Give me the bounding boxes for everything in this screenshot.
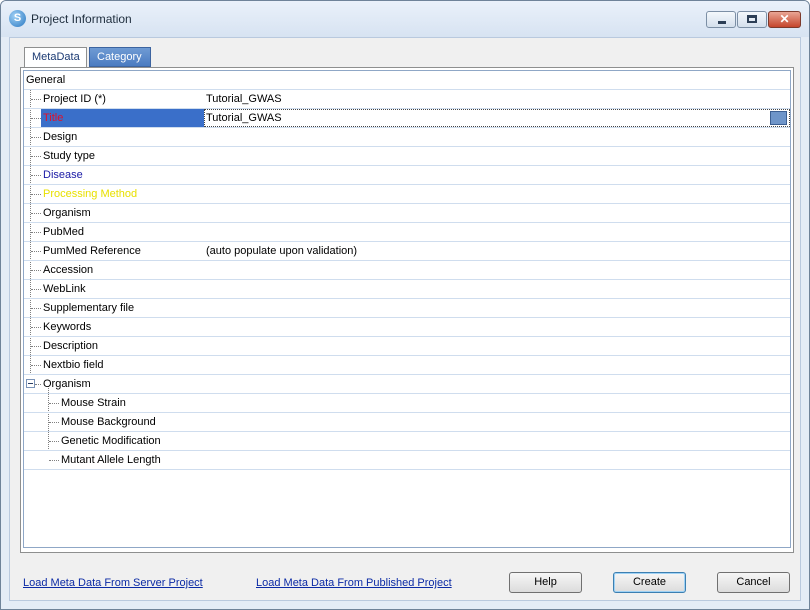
property-label: Design [43, 131, 78, 143]
load-server-project-link[interactable]: Load Meta Data From Server Project [23, 577, 203, 589]
property-label: Keywords [43, 321, 92, 333]
property-row-organism[interactable]: Organism [24, 204, 790, 223]
collapse-icon[interactable] [26, 379, 35, 388]
property-row-accession[interactable]: Accession [24, 261, 790, 280]
tree-line [31, 118, 41, 119]
property-value[interactable]: (auto populate upon validation) [206, 245, 357, 257]
tree-line [31, 213, 41, 214]
app-logo-icon: S [9, 10, 26, 27]
property-row-pummed-reference[interactable]: PumMed Reference (auto populate upon val… [24, 242, 790, 261]
property-label: Organism [43, 207, 91, 219]
property-label: Mouse Strain [61, 397, 126, 409]
tree-line [31, 308, 41, 309]
property-label: PumMed Reference [43, 245, 141, 257]
property-row-design[interactable]: Design [24, 128, 790, 147]
group-row-organism[interactable]: Organism [24, 375, 790, 394]
property-row-disease[interactable]: Disease [24, 166, 790, 185]
tab-category[interactable]: Category [89, 47, 151, 67]
title-value-input[interactable]: Tutorial_GWAS [206, 112, 282, 124]
tree-line [31, 137, 41, 138]
property-row-genetic-modification[interactable]: Genetic Modification [24, 432, 790, 451]
tree-line [49, 422, 59, 423]
property-row-weblink[interactable]: WebLink [24, 280, 790, 299]
tree-line [31, 289, 41, 290]
tree-line [49, 403, 59, 404]
tree-root-row[interactable]: General [24, 71, 790, 90]
property-label: Genetic Modification [61, 435, 161, 447]
property-label: Mouse Background [61, 416, 156, 428]
property-label: Supplementary file [43, 302, 135, 314]
tree-line [31, 232, 41, 233]
tree-line [49, 460, 59, 461]
metadata-panel: General Project ID (*) Tutorial_GWAS Tit… [20, 67, 794, 553]
cancel-button[interactable]: Cancel [717, 572, 790, 593]
property-row-pubmed[interactable]: PubMed [24, 223, 790, 242]
property-label: Study type [43, 150, 95, 162]
project-information-window: S Project Information ✕ MetaData Categor… [0, 0, 810, 610]
property-row-study-type[interactable]: Study type [24, 147, 790, 166]
property-row-description[interactable]: Description [24, 337, 790, 356]
selected-label-highlight [41, 109, 204, 127]
window-title: Project Information [31, 12, 132, 26]
property-label: Description [43, 340, 99, 352]
property-row-mouse-strain[interactable]: Mouse Strain [24, 394, 790, 413]
tab-metadata[interactable]: MetaData [24, 47, 87, 67]
property-label: PubMed [43, 226, 84, 238]
maximize-button[interactable] [737, 11, 767, 28]
property-label: Nextbio field [43, 359, 104, 371]
property-label: Project ID (*) [43, 93, 106, 105]
property-row-supplementary-file[interactable]: Supplementary file [24, 299, 790, 318]
tree-line [31, 346, 41, 347]
property-label: Disease [43, 169, 83, 181]
tree-root-label: General [26, 74, 66, 86]
property-row-keywords[interactable]: Keywords [24, 318, 790, 337]
property-row-title[interactable]: Title Tutorial_GWAS [24, 109, 790, 128]
property-label: Title [43, 112, 64, 124]
tree-line [31, 99, 41, 100]
close-icon: ✕ [779, 12, 790, 26]
tree-line [31, 251, 41, 252]
close-button[interactable]: ✕ [768, 11, 801, 28]
help-button[interactable]: Help [509, 572, 582, 593]
dialog-content: MetaData Category General Project ID (*)… [9, 37, 801, 601]
tree-line [31, 156, 41, 157]
property-label: Accession [43, 264, 94, 276]
group-label: Organism [43, 378, 91, 390]
property-label: Mutant Allele Length [61, 454, 161, 466]
tree-line [31, 327, 41, 328]
maximize-icon [747, 15, 757, 23]
property-value[interactable]: Tutorial_GWAS [206, 93, 282, 105]
tree-line [31, 365, 41, 366]
property-grid[interactable]: General Project ID (*) Tutorial_GWAS Tit… [23, 70, 791, 548]
property-label: WebLink [43, 283, 86, 295]
minimize-button[interactable] [706, 11, 736, 28]
tree-line [31, 270, 41, 271]
property-row-project-id[interactable]: Project ID (*) Tutorial_GWAS [24, 90, 790, 109]
tree-line [35, 384, 41, 385]
tree-line [31, 175, 41, 176]
ellipsis-button[interactable] [770, 111, 787, 125]
tree-line [31, 194, 41, 195]
title-value-editor[interactable] [204, 109, 790, 127]
title-bar[interactable]: S Project Information ✕ [1, 1, 809, 37]
property-row-nextbio-field[interactable]: Nextbio field [24, 356, 790, 375]
load-published-project-link[interactable]: Load Meta Data From Published Project [256, 577, 452, 589]
create-button[interactable]: Create [613, 572, 686, 593]
property-row-processing-method[interactable]: Processing Method [24, 185, 790, 204]
property-label: Processing Method [43, 188, 138, 200]
tree-line [49, 441, 59, 442]
property-row-mutant-allele-length[interactable]: Mutant Allele Length [24, 451, 790, 470]
minimize-icon [718, 21, 726, 24]
property-row-mouse-background[interactable]: Mouse Background [24, 413, 790, 432]
